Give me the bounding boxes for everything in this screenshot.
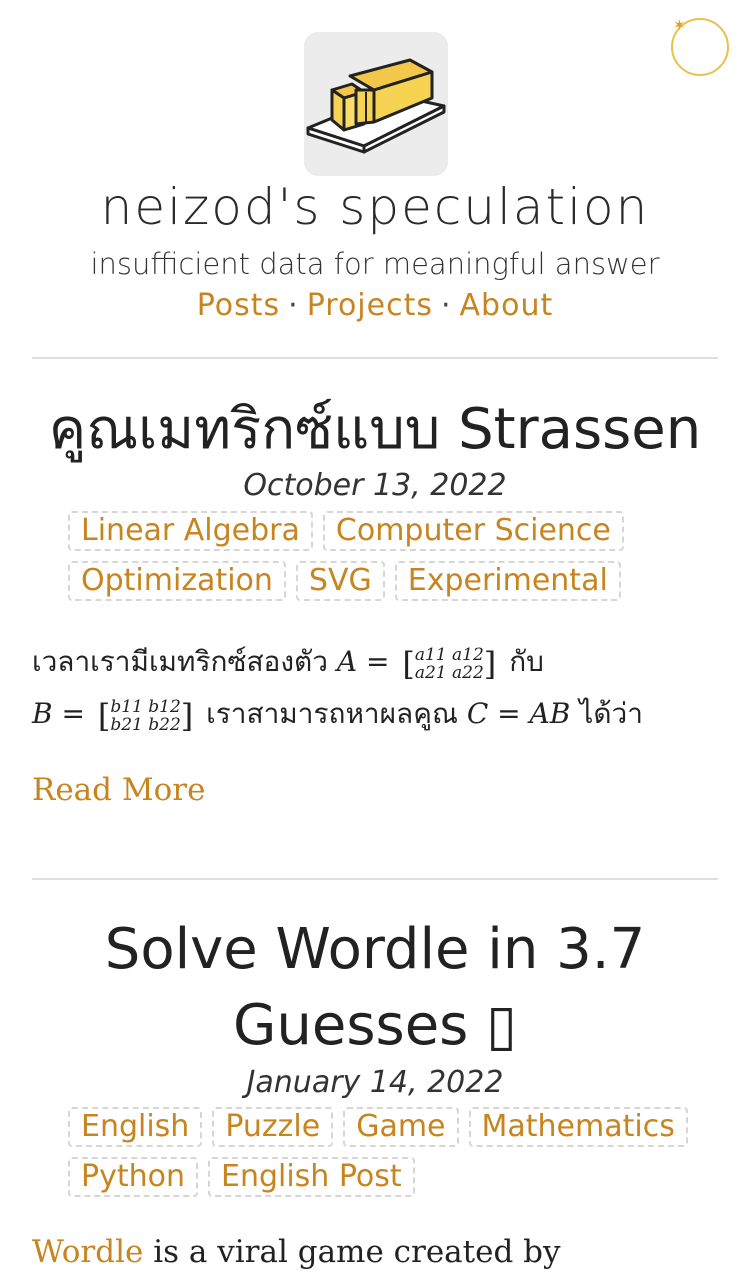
matrix-a: [a11 a12 a21 a22] (402, 644, 497, 683)
wordle-link[interactable]: Wordle (32, 1234, 143, 1270)
tag-link[interactable]: Puzzle (212, 1107, 334, 1147)
tag-link[interactable]: Experimental (394, 561, 621, 601)
divider (32, 357, 718, 359)
matrix-cell: b11 (110, 696, 143, 717)
matrix-cell: b12 (148, 696, 181, 717)
nav-projects-link[interactable]: Projects (307, 288, 433, 323)
math-expression: B = (32, 697, 85, 730)
tag-link[interactable]: Computer Science (322, 511, 624, 551)
post-date: January 14, 2022 (246, 1065, 504, 1100)
divider (32, 878, 718, 880)
tag-link[interactable]: Linear Algebra (68, 511, 313, 551)
matrix-cell: a12 (452, 644, 484, 665)
tag-link[interactable]: Game (343, 1107, 459, 1147)
matrix-cell: b22 (148, 714, 181, 735)
site-title[interactable]: neizod's speculation (0, 178, 750, 236)
tag-link[interactable]: English (68, 1107, 203, 1147)
matrix-cell: a22 (452, 662, 484, 683)
excerpt-text: กับ (509, 645, 544, 678)
math-expression: C = AB (466, 697, 571, 730)
post-title-line: Solve Wordle in 3.7 (104, 917, 646, 982)
read-more-link[interactable]: Read More (32, 772, 205, 808)
matrix-b: [b11 b12 b21 b22] (97, 696, 194, 735)
post-title-line: Guesses (233, 993, 469, 1058)
excerpt-text: is a viral game created by (143, 1234, 561, 1270)
matrix-cell: a11 (414, 644, 447, 665)
math-expression: A = (336, 645, 390, 678)
post-title[interactable]: คูณเมทริกซ์แบบ Strassen (0, 392, 750, 468)
nav-separator: · (440, 288, 452, 323)
matrix-cell: a21 (414, 662, 447, 683)
excerpt-text: ได้ว่า (579, 697, 643, 730)
post-date: October 13, 2022 (243, 468, 507, 503)
post-tags: Linear Algebra Computer Science Optimiza… (68, 511, 688, 611)
tag-link[interactable]: SVG (295, 561, 385, 601)
tag-link[interactable]: Mathematics (468, 1107, 688, 1147)
site-logo[interactable] (304, 32, 448, 176)
star-icon: ✶ (673, 16, 686, 34)
nav-about-link[interactable]: About (460, 288, 554, 323)
post-excerpt: เวลาเรามีเมทริกซ์สองตัว A = [a11 a12 a21 … (32, 636, 722, 740)
excerpt-text: เวลาเรามีเมทริกซ์สองตัว (32, 645, 328, 678)
post-tags: English Puzzle Game Mathematics Python E… (68, 1107, 688, 1207)
matrix-cell: b21 (110, 714, 143, 735)
tag-link[interactable]: Python (68, 1157, 198, 1197)
excerpt-text: เราสามารถหาผลคูณ (206, 697, 458, 730)
nav-posts-link[interactable]: Posts (197, 288, 280, 323)
butter-block-icon (306, 58, 446, 154)
nav-separator: · (288, 288, 299, 323)
site-subtitle: insufficient data for meaningful answer (90, 247, 660, 281)
main-nav: Posts · Projects · About (0, 288, 750, 323)
post-excerpt: Wordle is a viral game created by (32, 1234, 561, 1270)
post-title[interactable]: Solve Wordle in 3.7 Guesses ▯ (0, 912, 750, 1064)
theme-toggle-button[interactable]: ✶ (671, 18, 729, 76)
missing-glyph-icon: ▯ (486, 993, 517, 1058)
tag-link[interactable]: Optimization (68, 561, 286, 601)
tag-link[interactable]: English Post (208, 1157, 415, 1197)
